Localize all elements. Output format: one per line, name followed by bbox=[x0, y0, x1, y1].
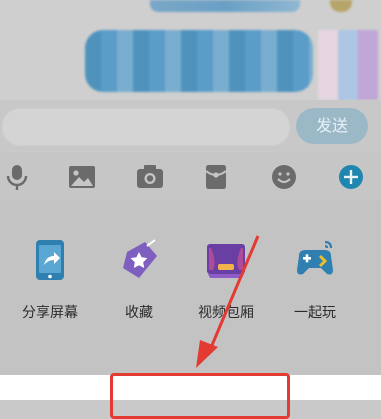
blurred-avatar bbox=[318, 30, 378, 100]
input-row: 发送 bbox=[0, 100, 381, 150]
panel-item-favorites[interactable]: 收藏 bbox=[99, 238, 179, 322]
input-toolbar bbox=[0, 152, 381, 200]
blurred-avatar bbox=[330, 0, 352, 12]
blurred-message-bubble bbox=[150, 0, 300, 12]
message-input[interactable] bbox=[2, 108, 290, 146]
red-packet-icon[interactable] bbox=[201, 162, 231, 192]
annotation-highlight-box bbox=[110, 373, 290, 419]
blurred-message-bubble bbox=[85, 30, 313, 92]
camera-icon[interactable] bbox=[135, 162, 165, 192]
emoji-icon[interactable] bbox=[269, 162, 299, 192]
send-button[interactable]: 发送 bbox=[296, 108, 368, 144]
more-functions-panel: 分享屏幕 收藏 视频包厢 一起玩 bbox=[0, 200, 381, 375]
share-screen-icon bbox=[28, 238, 72, 282]
favorites-icon bbox=[117, 238, 161, 282]
panel-item-share-screen[interactable]: 分享屏幕 bbox=[10, 238, 90, 322]
image-icon[interactable] bbox=[67, 162, 97, 192]
video-booth-icon bbox=[204, 238, 248, 282]
panel-item-video-booth[interactable]: 视频包厢 bbox=[186, 238, 266, 322]
panel-item-label: 视频包厢 bbox=[198, 305, 254, 321]
panel-item-label: 分享屏幕 bbox=[22, 305, 78, 321]
chat-area bbox=[0, 0, 381, 100]
play-together-icon bbox=[293, 238, 337, 282]
microphone-icon[interactable] bbox=[2, 162, 32, 192]
panel-item-label: 收藏 bbox=[125, 305, 153, 321]
plus-icon[interactable] bbox=[336, 162, 366, 192]
panel-item-label: 一起玩 bbox=[294, 305, 336, 321]
panel-item-play-together[interactable]: 一起玩 bbox=[275, 238, 355, 322]
